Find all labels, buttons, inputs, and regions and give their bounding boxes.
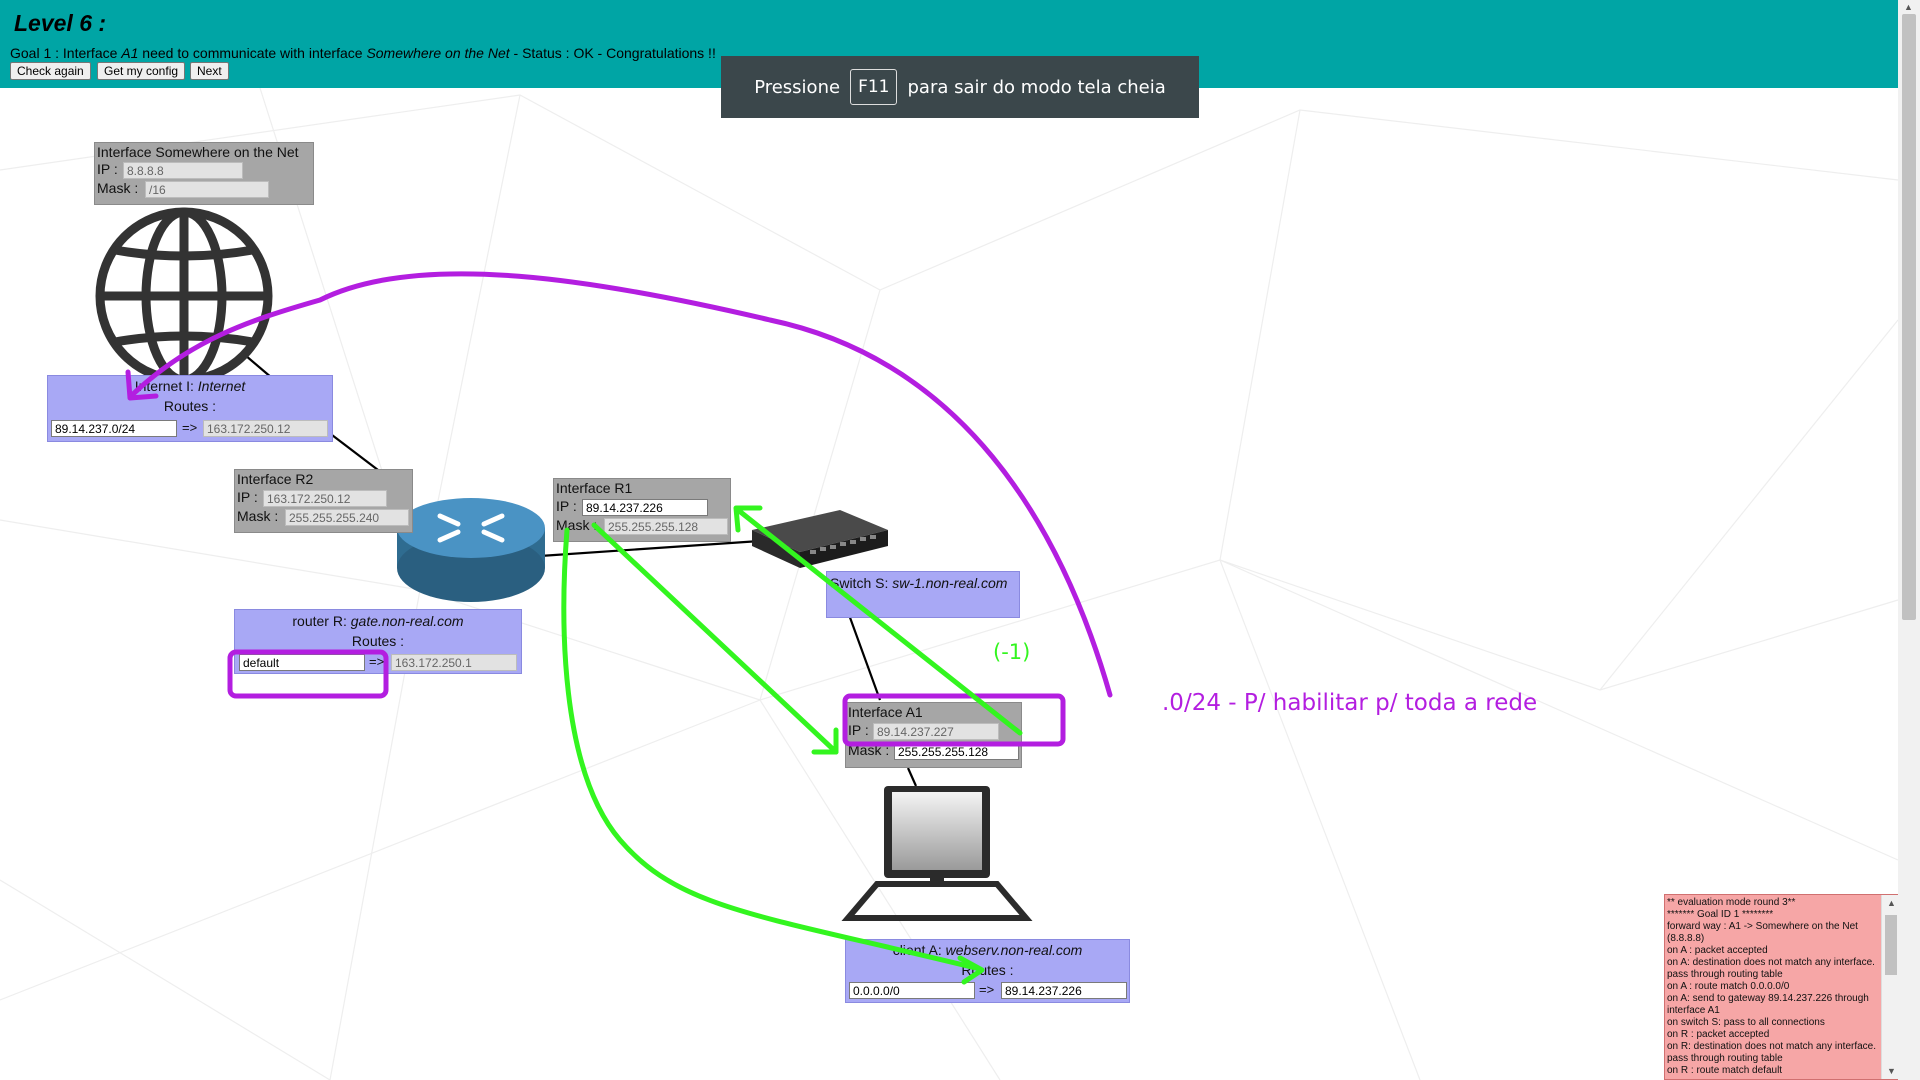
internet-node: Internet I: Internet Routes : => xyxy=(47,375,333,442)
internet-routes-label: Routes : xyxy=(163,398,217,414)
interface-r1-ip-label: IP : xyxy=(556,498,577,514)
page-scroll-up-icon[interactable]: ▲ xyxy=(1904,2,1913,12)
interface-a1-title: Interface A1 xyxy=(848,704,923,720)
interface-a1: Interface A1 IP : Mask : xyxy=(845,702,1022,768)
switch-node-title: Switch S: sw-1.non-real.com xyxy=(830,575,1007,591)
log-scrollbar[interactable]: ▲ ▼ xyxy=(1881,895,1899,1079)
check-again-button[interactable]: Check again xyxy=(10,62,91,80)
interface-r2-title: Interface R2 xyxy=(237,471,314,487)
interface-net-title: Interface Somewhere on the Net xyxy=(97,144,299,160)
level-title: Level 6 : xyxy=(14,10,107,36)
interface-net-ip-label: IP : xyxy=(97,161,118,177)
interface-a1-mask-input[interactable] xyxy=(894,743,1019,760)
f11-key: F11 xyxy=(850,69,898,105)
client-node: client A: webserv.non-real.com Routes : … xyxy=(845,939,1130,1003)
log-scroll-down-icon[interactable]: ▼ xyxy=(1887,1066,1896,1076)
goal-to: Somewhere on the Net xyxy=(366,45,510,61)
internet-node-name: Internet xyxy=(197,378,246,394)
interface-a1-ip-field[interactable] xyxy=(873,723,999,740)
page-scroll-thumb[interactable] xyxy=(1902,14,1916,620)
router-node-name: gate.non-real.com xyxy=(350,613,464,629)
switch-node: Switch S: sw-1.non-real.com xyxy=(826,571,1020,618)
router-route-dest-input[interactable] xyxy=(239,654,365,671)
router-node-prefix: router R: xyxy=(292,613,351,629)
interface-r1-mask-label: Mask : xyxy=(556,517,598,533)
interface-a1-ip-label: IP : xyxy=(848,722,869,738)
next-button[interactable]: Next xyxy=(190,62,229,80)
client-route-dest-input[interactable] xyxy=(849,982,975,999)
interface-somewhere-on-net: Interface Somewhere on the Net IP : Mask… xyxy=(94,142,314,205)
toast-after: para sair do modo tela cheia xyxy=(907,76,1166,98)
link-a1-computer xyxy=(906,767,918,787)
log-scroll-up-icon[interactable]: ▲ xyxy=(1887,898,1896,908)
client-node-name: webserv.non-real.com xyxy=(945,942,1083,958)
interface-net-mask-label: Mask : xyxy=(97,180,139,196)
interface-r1-title: Interface R1 xyxy=(556,480,633,496)
interface-r1-ip-input[interactable] xyxy=(582,499,708,516)
client-node-prefix: client A: xyxy=(892,942,946,958)
internet-route-dest-input[interactable] xyxy=(51,420,177,437)
interface-r2-mask-label: Mask : xyxy=(237,508,279,524)
interface-a1-mask-label: Mask : xyxy=(848,742,890,758)
internet-node-prefix: Internet I: xyxy=(134,378,198,394)
interface-r2-ip-field[interactable] xyxy=(263,490,387,507)
interface-r2-ip-label: IP : xyxy=(237,489,258,505)
evaluation-log-panel[interactable]: ** evaluation mode round 3** ******* Goa… xyxy=(1664,894,1900,1080)
goal-prefix: Goal 1 : Interface xyxy=(10,45,122,61)
client-route-arrow: => xyxy=(979,982,995,997)
goal-status: - Status : OK - Congratulations !! xyxy=(509,45,716,61)
goal-mid: need to communicate with interface xyxy=(138,45,367,61)
network-links xyxy=(244,354,918,787)
internet-node-title: Internet I: Internet xyxy=(48,378,332,394)
internet-route-arrow: => xyxy=(182,420,198,435)
globe-icon xyxy=(95,207,273,385)
interface-net-ip-field[interactable] xyxy=(123,162,243,179)
link-internet-r2 xyxy=(331,434,379,471)
goal-status-line: Goal 1 : Interface A1 need to communicat… xyxy=(10,45,716,61)
fullscreen-exit-toast: Pressione F11 para sair do modo tela che… xyxy=(721,56,1199,118)
goal-from: A1 xyxy=(121,45,139,61)
minus-one-annotation: (-1) xyxy=(993,640,1031,664)
router-icon xyxy=(397,498,545,602)
client-route-gateway-input[interactable] xyxy=(1001,982,1127,999)
router-route-gateway-field[interactable] xyxy=(391,654,517,671)
interface-net-mask-field[interactable] xyxy=(145,181,269,198)
link-switch-a1 xyxy=(846,611,882,701)
link-router-switch xyxy=(539,539,761,558)
interface-r2-mask-field[interactable] xyxy=(285,509,409,526)
switch-node-name: sw-1.non-real.com xyxy=(892,575,1008,591)
router-node-title: router R: gate.non-real.com xyxy=(235,613,521,629)
internet-route-gateway-field[interactable] xyxy=(203,420,328,437)
log-scroll-thumb[interactable] xyxy=(1885,915,1897,975)
interface-r1: Interface R1 IP : Mask : xyxy=(553,478,731,542)
evaluation-log-text: ** evaluation mode round 3** ******* Goa… xyxy=(1667,897,1877,1076)
switch-node-prefix: Switch S: xyxy=(830,575,893,591)
router-routes-label: Routes : xyxy=(351,633,405,649)
switch-icon xyxy=(752,510,888,568)
toast-before: Pressione xyxy=(754,76,841,98)
interface-r2: Interface R2 IP : Mask : xyxy=(234,469,413,533)
router-node: router R: gate.non-real.com Routes : => xyxy=(234,609,522,674)
get-my-config-button[interactable]: Get my config xyxy=(97,62,186,80)
client-routes-label: Routes : xyxy=(961,962,1014,978)
page-scrollbar[interactable]: ▲ xyxy=(1898,0,1920,1080)
router-route-arrow: => xyxy=(369,654,385,669)
interface-r1-mask-field[interactable] xyxy=(604,518,728,535)
subnet-note-annotation: .0/24 - P/ habilitar p/ toda a rede xyxy=(1162,690,1538,716)
computer-icon xyxy=(841,786,1033,921)
client-node-title: client A: webserv.non-real.com xyxy=(846,942,1129,958)
